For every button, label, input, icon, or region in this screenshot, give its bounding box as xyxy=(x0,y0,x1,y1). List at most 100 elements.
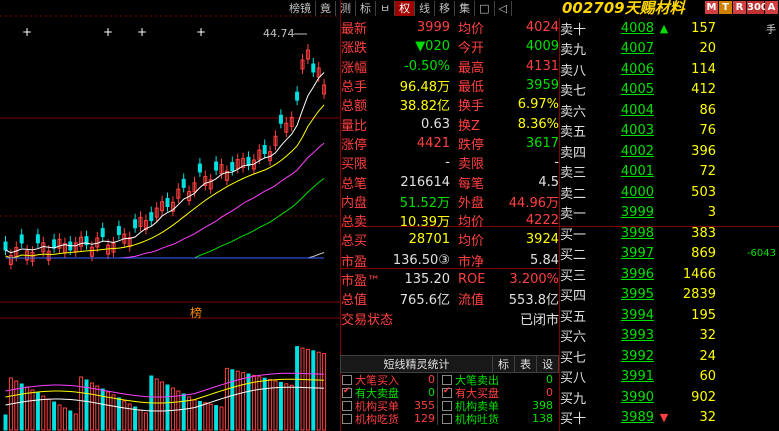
level-volume: 32 xyxy=(699,410,716,426)
ask-row[interactable]: 卖四 4002 396 xyxy=(560,141,779,162)
spirit-tab-settings[interactable]: 设 xyxy=(536,356,558,372)
marker-icon: + xyxy=(22,25,32,39)
volume-bar xyxy=(3,414,8,431)
ask-row[interactable]: 卖十 4008 ▲ 157 手 xyxy=(560,18,779,39)
bid-row[interactable]: 买六 3993 32 xyxy=(560,326,779,347)
level-price[interactable]: 3993 xyxy=(602,328,654,343)
level-price[interactable]: 4001 xyxy=(602,164,654,179)
quote-label: 买限 xyxy=(341,157,368,173)
level-price[interactable]: 4007 xyxy=(602,41,654,56)
level-price[interactable]: 4002 xyxy=(602,144,654,159)
checkbox[interactable] xyxy=(442,413,452,424)
checkbox[interactable] xyxy=(342,413,352,424)
bid-row[interactable]: 买二 3997 869 -6043 xyxy=(560,244,779,265)
bid-row[interactable]: 买三 3996 1466 xyxy=(560,264,779,285)
quote-label: 换手 xyxy=(458,99,485,115)
spirit-tab-table[interactable]: 表 xyxy=(514,356,536,372)
quote-value: ▼020 xyxy=(415,39,450,55)
spirit-item-count: 129 xyxy=(414,412,435,425)
level-price[interactable]: 3990 xyxy=(602,390,654,405)
bid-row[interactable]: 买五 3994 195 xyxy=(560,305,779,326)
quote-label: 每笔 xyxy=(458,176,485,192)
toolbar-item[interactable]: 移 xyxy=(435,0,456,16)
toolbar-item[interactable]: 集 xyxy=(455,0,476,16)
ask-row[interactable]: 卖八 4006 114 xyxy=(560,59,779,80)
level-volume: 114 xyxy=(691,61,716,77)
level-extra: -6043 xyxy=(746,248,776,260)
bid-row[interactable]: 买一 3998 383 xyxy=(560,223,779,244)
bid-row[interactable]: 买九 3990 902 xyxy=(560,387,779,408)
checkbox[interactable] xyxy=(442,386,452,398)
level-label: 买九 xyxy=(560,391,587,407)
candle-body xyxy=(100,228,105,238)
toolbar-item[interactable]: 标 xyxy=(356,0,376,16)
toolbar-item[interactable]: 榜镜 xyxy=(285,0,316,16)
toolbar-item[interactable]: □ xyxy=(475,0,495,16)
checkbox[interactable] xyxy=(342,400,352,411)
level-price[interactable]: 4005 xyxy=(602,82,654,97)
quote-value: 0.63 xyxy=(421,116,450,132)
toolbar-item[interactable]: 测 xyxy=(336,0,356,16)
spirit-item-count: 0 xyxy=(428,386,435,399)
level-label: 卖六 xyxy=(560,104,587,120)
badge[interactable]: 300 xyxy=(747,1,768,14)
toolbar-item[interactable]: ㅂ xyxy=(376,0,396,16)
level-price[interactable]: 3996 xyxy=(602,267,654,282)
level-price[interactable]: 3995 xyxy=(602,287,654,302)
quote-label: 流值 xyxy=(458,293,485,309)
ask-row[interactable]: 卖九 4007 20 xyxy=(560,39,779,60)
level-price[interactable]: 3989 xyxy=(602,410,654,425)
volume-panel-title: 榜 xyxy=(190,306,203,320)
level-volume: 32 xyxy=(699,328,716,344)
level-price[interactable]: 4000 xyxy=(602,185,654,200)
level-volume: 86 xyxy=(699,102,716,118)
level-price[interactable]: 4003 xyxy=(602,123,654,138)
toolbar-item[interactable]: 竟 xyxy=(316,0,336,16)
toolbar-item[interactable]: 线 xyxy=(415,0,436,16)
level-price[interactable]: 3994 xyxy=(602,308,654,323)
ask-row[interactable]: 卖二 4000 503 xyxy=(560,182,779,203)
bid-row[interactable]: 买八 3991 60 xyxy=(560,367,779,388)
badge[interactable]: M xyxy=(705,1,718,14)
toolbar-item[interactable]: 权 xyxy=(395,0,416,16)
ask-row[interactable]: 卖五 4003 76 xyxy=(560,121,779,142)
level-price[interactable]: 4004 xyxy=(602,103,654,118)
volume-bar xyxy=(295,346,300,431)
level-volume: 412 xyxy=(691,82,716,98)
candle-body xyxy=(311,63,316,73)
checkbox[interactable] xyxy=(442,400,452,411)
level-label: 买六 xyxy=(560,330,587,346)
toolbar-item[interactable]: ◁ xyxy=(495,0,512,16)
ask-row[interactable]: 卖三 4001 72 xyxy=(560,162,779,183)
ask-row[interactable]: 卖一 3999 3 xyxy=(560,203,779,224)
bid-row[interactable]: 买四 3995 2839 xyxy=(560,285,779,306)
level-price[interactable]: 3992 xyxy=(602,349,654,364)
checkbox[interactable] xyxy=(342,374,352,385)
level-price[interactable]: 3999 xyxy=(602,205,654,220)
quote-label: 涨停 xyxy=(341,137,368,153)
spirit-tab-mark[interactable]: 标 xyxy=(492,356,514,372)
kline-chart[interactable]: + + + +44.74 榜 xyxy=(0,0,340,431)
quote-label: 市净 xyxy=(458,254,485,270)
level-price[interactable]: 4008 xyxy=(602,21,654,36)
level-volume: 72 xyxy=(699,164,716,180)
ask-row[interactable]: 卖六 4004 86 xyxy=(560,100,779,121)
bid-row[interactable]: 买十 3989 ▼ 32 xyxy=(560,408,779,429)
ask-row[interactable]: 卖七 4005 412 xyxy=(560,80,779,101)
volume-bar xyxy=(257,376,262,431)
volume-bar xyxy=(41,395,46,431)
level-price[interactable]: 3997 xyxy=(602,246,654,261)
level-price[interactable]: 3991 xyxy=(602,369,654,384)
level-volume: 60 xyxy=(699,369,716,385)
quote-value: 3999 xyxy=(416,20,450,36)
badge[interactable]: R xyxy=(733,1,746,14)
order-book: 卖十 4008 ▲ 157 手卖九 4007 20 卖八 4006 114 卖七 4005 412 卖六 4… xyxy=(560,18,779,428)
badge[interactable]: T xyxy=(719,1,732,14)
quote-panel: 最新 3999 均价 4024 涨跌 ▼020 今开 4009 涨幅 -0.50% 最高 4131 总手… xyxy=(341,18,559,328)
badge[interactable]: A xyxy=(765,1,778,14)
bid-row[interactable]: 买七 3992 24 xyxy=(560,346,779,367)
checkbox[interactable] xyxy=(342,386,352,398)
level-price[interactable]: 3998 xyxy=(602,226,654,241)
level-price[interactable]: 4006 xyxy=(602,62,654,77)
checkbox[interactable] xyxy=(442,374,452,385)
